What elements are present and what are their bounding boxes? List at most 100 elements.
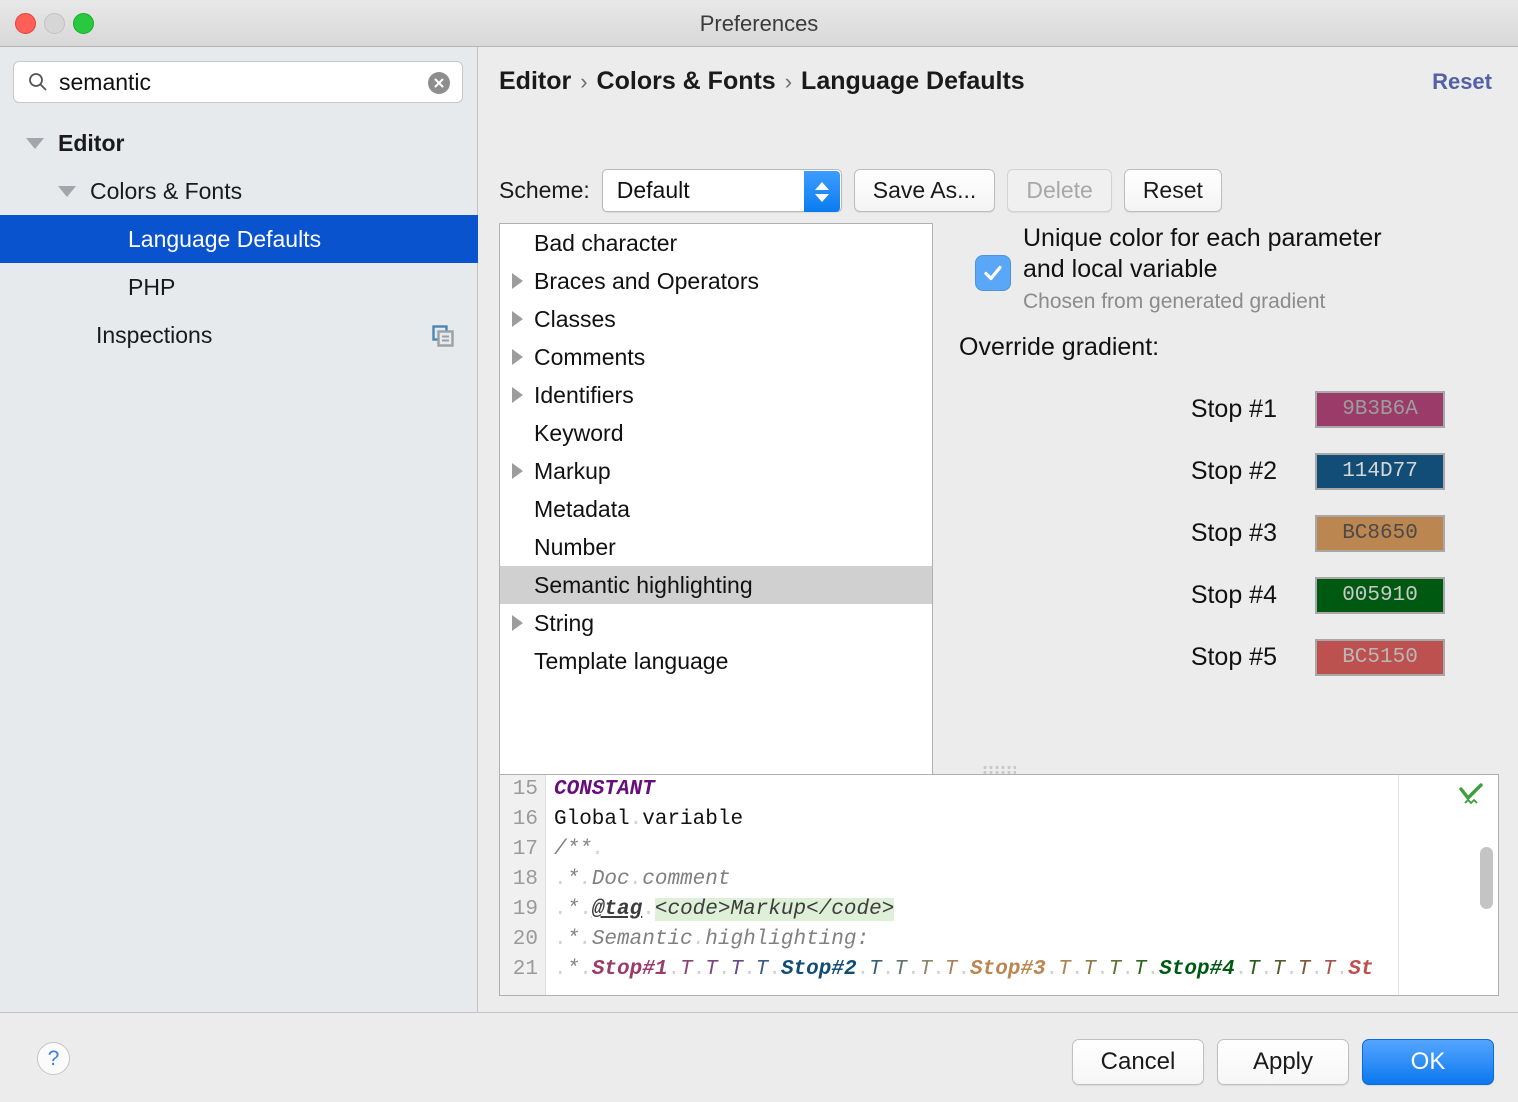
stop-row: Stop #3 BC8650 bbox=[959, 502, 1499, 564]
code-line: Global.variable bbox=[554, 805, 1498, 835]
cancel-button[interactable]: Cancel bbox=[1072, 1039, 1204, 1085]
reset-link[interactable]: Reset bbox=[1432, 69, 1492, 95]
list-item[interactable]: Identifiers bbox=[500, 376, 932, 414]
tree-item-editor[interactable]: Editor bbox=[0, 119, 478, 167]
tree-item-colors-and-fonts[interactable]: Colors & Fonts bbox=[0, 167, 478, 215]
tree-item-label: Inspections bbox=[96, 321, 213, 348]
whitespace-dot: . bbox=[1310, 958, 1324, 981]
scheme-selected-value: Default bbox=[616, 177, 690, 203]
copy-icon[interactable] bbox=[432, 325, 454, 347]
help-button[interactable]: ? bbox=[37, 1042, 70, 1075]
whitespace-dot: . bbox=[579, 958, 592, 981]
list-item[interactable]: Braces and Operators bbox=[500, 262, 932, 300]
list-item[interactable]: Classes bbox=[500, 300, 932, 338]
chevron-right-icon[interactable] bbox=[500, 349, 534, 365]
chevron-right-icon[interactable] bbox=[500, 311, 534, 327]
stop-row: Stop #2 114D77 bbox=[959, 440, 1499, 502]
list-item-label: Number bbox=[534, 533, 616, 560]
breadcrumb-item-colors-and-fonts[interactable]: Colors & Fonts bbox=[597, 67, 776, 96]
code-token-t: T bbox=[1108, 958, 1122, 981]
list-item-label: Bad character bbox=[534, 229, 678, 256]
list-item[interactable]: Template language bbox=[500, 642, 932, 680]
unique-color-checkbox[interactable] bbox=[975, 255, 1011, 291]
search-field[interactable] bbox=[13, 61, 463, 103]
search-input[interactable] bbox=[59, 68, 399, 96]
code-token-t: T bbox=[1297, 958, 1311, 981]
splitter-grip-icon[interactable] bbox=[981, 765, 1016, 774]
list-item[interactable]: Metadata bbox=[500, 490, 932, 528]
tree-item-inspections[interactable]: Inspections bbox=[0, 311, 478, 359]
unique-color-sublabel: Chosen from generated gradient bbox=[1023, 290, 1326, 313]
list-item-label: Markup bbox=[534, 457, 611, 484]
override-gradient-title: Override gradient: bbox=[959, 333, 1160, 361]
chevron-down-icon[interactable] bbox=[58, 185, 76, 197]
clear-icon[interactable] bbox=[428, 72, 450, 94]
code-token-t: T bbox=[1133, 958, 1147, 981]
title-bar: Preferences bbox=[0, 0, 1518, 47]
code-token-t: T bbox=[680, 958, 693, 981]
reset-scheme-button[interactable]: Reset bbox=[1123, 169, 1222, 212]
chevron-right-icon[interactable] bbox=[500, 387, 534, 403]
list-item[interactable]: String bbox=[500, 604, 932, 642]
list-item[interactable]: Keyword bbox=[500, 414, 932, 452]
gradient-stops: Stop #1 9B3B6A Stop #2 114D77 Stop #3 BC… bbox=[959, 378, 1499, 688]
whitespace-dot: . bbox=[692, 958, 706, 981]
green-check-icon[interactable] bbox=[1458, 783, 1484, 809]
code-line: CONSTANT bbox=[554, 775, 1498, 805]
stop-color-swatch[interactable]: BC5150 bbox=[1315, 638, 1445, 676]
breadcrumb-item-editor[interactable]: Editor bbox=[499, 67, 571, 96]
stop-color-swatch[interactable]: 005910 bbox=[1315, 576, 1445, 614]
list-item-label: Braces and Operators bbox=[534, 267, 760, 294]
stop-label: Stop #1 bbox=[1190, 394, 1277, 423]
whitespace-dot: . bbox=[932, 958, 945, 981]
window-title: Preferences bbox=[699, 11, 819, 36]
whitespace-dot: . bbox=[907, 958, 920, 981]
scheme-select[interactable]: Default bbox=[601, 169, 842, 212]
code-token-t: T bbox=[1247, 958, 1260, 981]
attributes-list[interactable]: Bad character Braces and Operators Class… bbox=[499, 223, 933, 803]
code-token-t: T bbox=[1058, 958, 1071, 981]
code-token-t: T bbox=[919, 958, 933, 981]
line-number: 16 bbox=[512, 808, 538, 831]
list-item[interactable]: Comments bbox=[500, 338, 932, 376]
line-number: 21 bbox=[512, 958, 538, 981]
stop-color-swatch[interactable]: 9B3B6A bbox=[1315, 390, 1445, 428]
stop-color-swatch[interactable]: BC8650 bbox=[1315, 514, 1445, 552]
list-item-label: Identifiers bbox=[534, 381, 634, 408]
stop-color-swatch[interactable]: 114D77 bbox=[1315, 452, 1445, 490]
breadcrumb: Editor › Colors & Fonts › Language Defau… bbox=[499, 67, 1025, 96]
scheme-toolbar: Scheme: Default Save As... Delete Reset bbox=[499, 169, 1222, 212]
chevron-updown-icon[interactable] bbox=[803, 171, 840, 212]
tree-item-php[interactable]: PHP bbox=[0, 263, 478, 311]
save-as-button[interactable]: Save As... bbox=[853, 169, 996, 212]
code-preview[interactable]: 15 16 17 18 19 20 21 CONSTANT Global.var… bbox=[499, 774, 1499, 996]
delete-button: Delete bbox=[1007, 169, 1112, 212]
code-token-t: T bbox=[705, 958, 718, 981]
code-lines[interactable]: CONSTANT Global.variable /**. .*.Doc.com… bbox=[546, 775, 1498, 985]
list-item[interactable]: Number bbox=[500, 528, 932, 566]
chevron-right-icon[interactable] bbox=[500, 615, 534, 631]
code-token-stop: Stop#3 bbox=[970, 958, 1046, 981]
ok-button[interactable]: OK bbox=[1362, 1039, 1494, 1085]
tree-item-label: Language Defaults bbox=[128, 225, 322, 252]
stop-label: Stop #5 bbox=[1190, 642, 1277, 671]
tree-item-language-defaults[interactable]: Language Defaults bbox=[0, 215, 478, 263]
chevron-right-icon[interactable] bbox=[500, 273, 534, 289]
chevron-down-icon[interactable] bbox=[26, 137, 44, 149]
apply-button[interactable]: Apply bbox=[1217, 1039, 1349, 1085]
unique-color-label[interactable]: Unique color for each parameter and loca… bbox=[1023, 223, 1499, 285]
code-line: .*.@tag.<code>Markup</code> bbox=[554, 898, 895, 921]
tree-item-label: Editor bbox=[58, 129, 125, 156]
code-token-comment: * bbox=[566, 958, 580, 981]
unique-color-label-line2: and local variable bbox=[1023, 255, 1218, 283]
code-token-t: T bbox=[1083, 958, 1097, 981]
list-item[interactable]: Markup bbox=[500, 452, 932, 490]
code-token-t: T bbox=[1272, 958, 1286, 981]
preview-scrollbar-thumb[interactable] bbox=[1480, 847, 1493, 909]
stop-label: Stop #4 bbox=[1190, 580, 1277, 609]
whitespace-dot: . bbox=[1045, 958, 1059, 981]
chevron-right-icon[interactable] bbox=[500, 463, 534, 479]
list-item[interactable]: Bad character bbox=[500, 224, 932, 262]
list-item-semantic-highlighting[interactable]: Semantic highlighting bbox=[500, 566, 932, 604]
stop-label: Stop #3 bbox=[1190, 518, 1277, 547]
